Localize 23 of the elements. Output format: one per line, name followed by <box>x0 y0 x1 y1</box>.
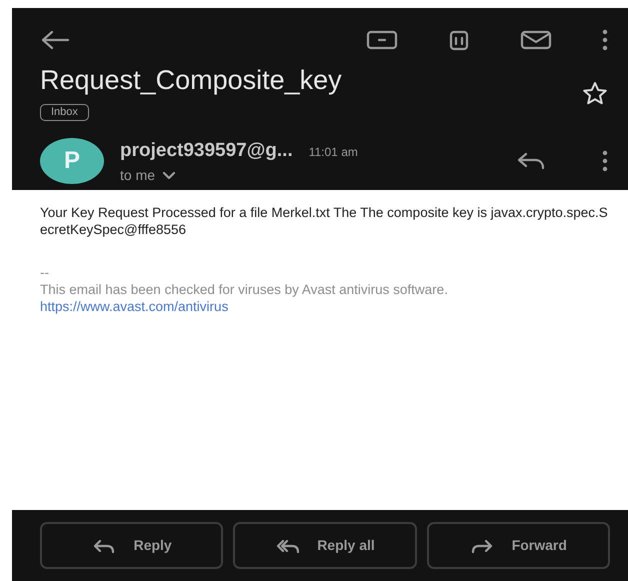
signature-text: This email has been checked for viruses by Avast antivirus software. <box>40 281 449 298</box>
reply-button[interactable]: Reply <box>40 522 224 569</box>
more-icon[interactable] <box>602 29 608 51</box>
forward-button[interactable]: Forward <box>426 522 610 569</box>
sender-avatar: P <box>40 138 104 184</box>
email-message: Your Key Request Processed for a file Merkel.txt The The composite key is javax.crypto.spec.SecretKeySpec@fffe8556 <box>40 204 608 238</box>
archive-icon[interactable] <box>366 30 398 50</box>
back-icon[interactable] <box>40 30 70 50</box>
antivirus-link[interactable]: https://www.avast.com/antivirus <box>40 299 228 314</box>
reply-all-button[interactable]: Reply all <box>233 522 417 569</box>
inbox-label: Inbox <box>40 104 89 121</box>
forward-arrow-icon <box>470 538 494 554</box>
more-icon[interactable] <box>602 150 608 172</box>
reply-all-arrow-icon <box>275 538 300 554</box>
email-time: 11:01 am <box>308 144 358 161</box>
reply-arrow-icon <box>92 538 116 554</box>
caret-icon[interactable] <box>163 172 176 180</box>
recipient-toggle[interactable]: to me <box>120 165 358 186</box>
email-subject: Request_Composite_key <box>40 66 342 96</box>
reply-icon[interactable] <box>516 151 546 172</box>
sender-address: project939597@g... <box>120 138 293 163</box>
mail-icon[interactable] <box>520 30 552 50</box>
signature-separator: -- <box>40 264 50 281</box>
